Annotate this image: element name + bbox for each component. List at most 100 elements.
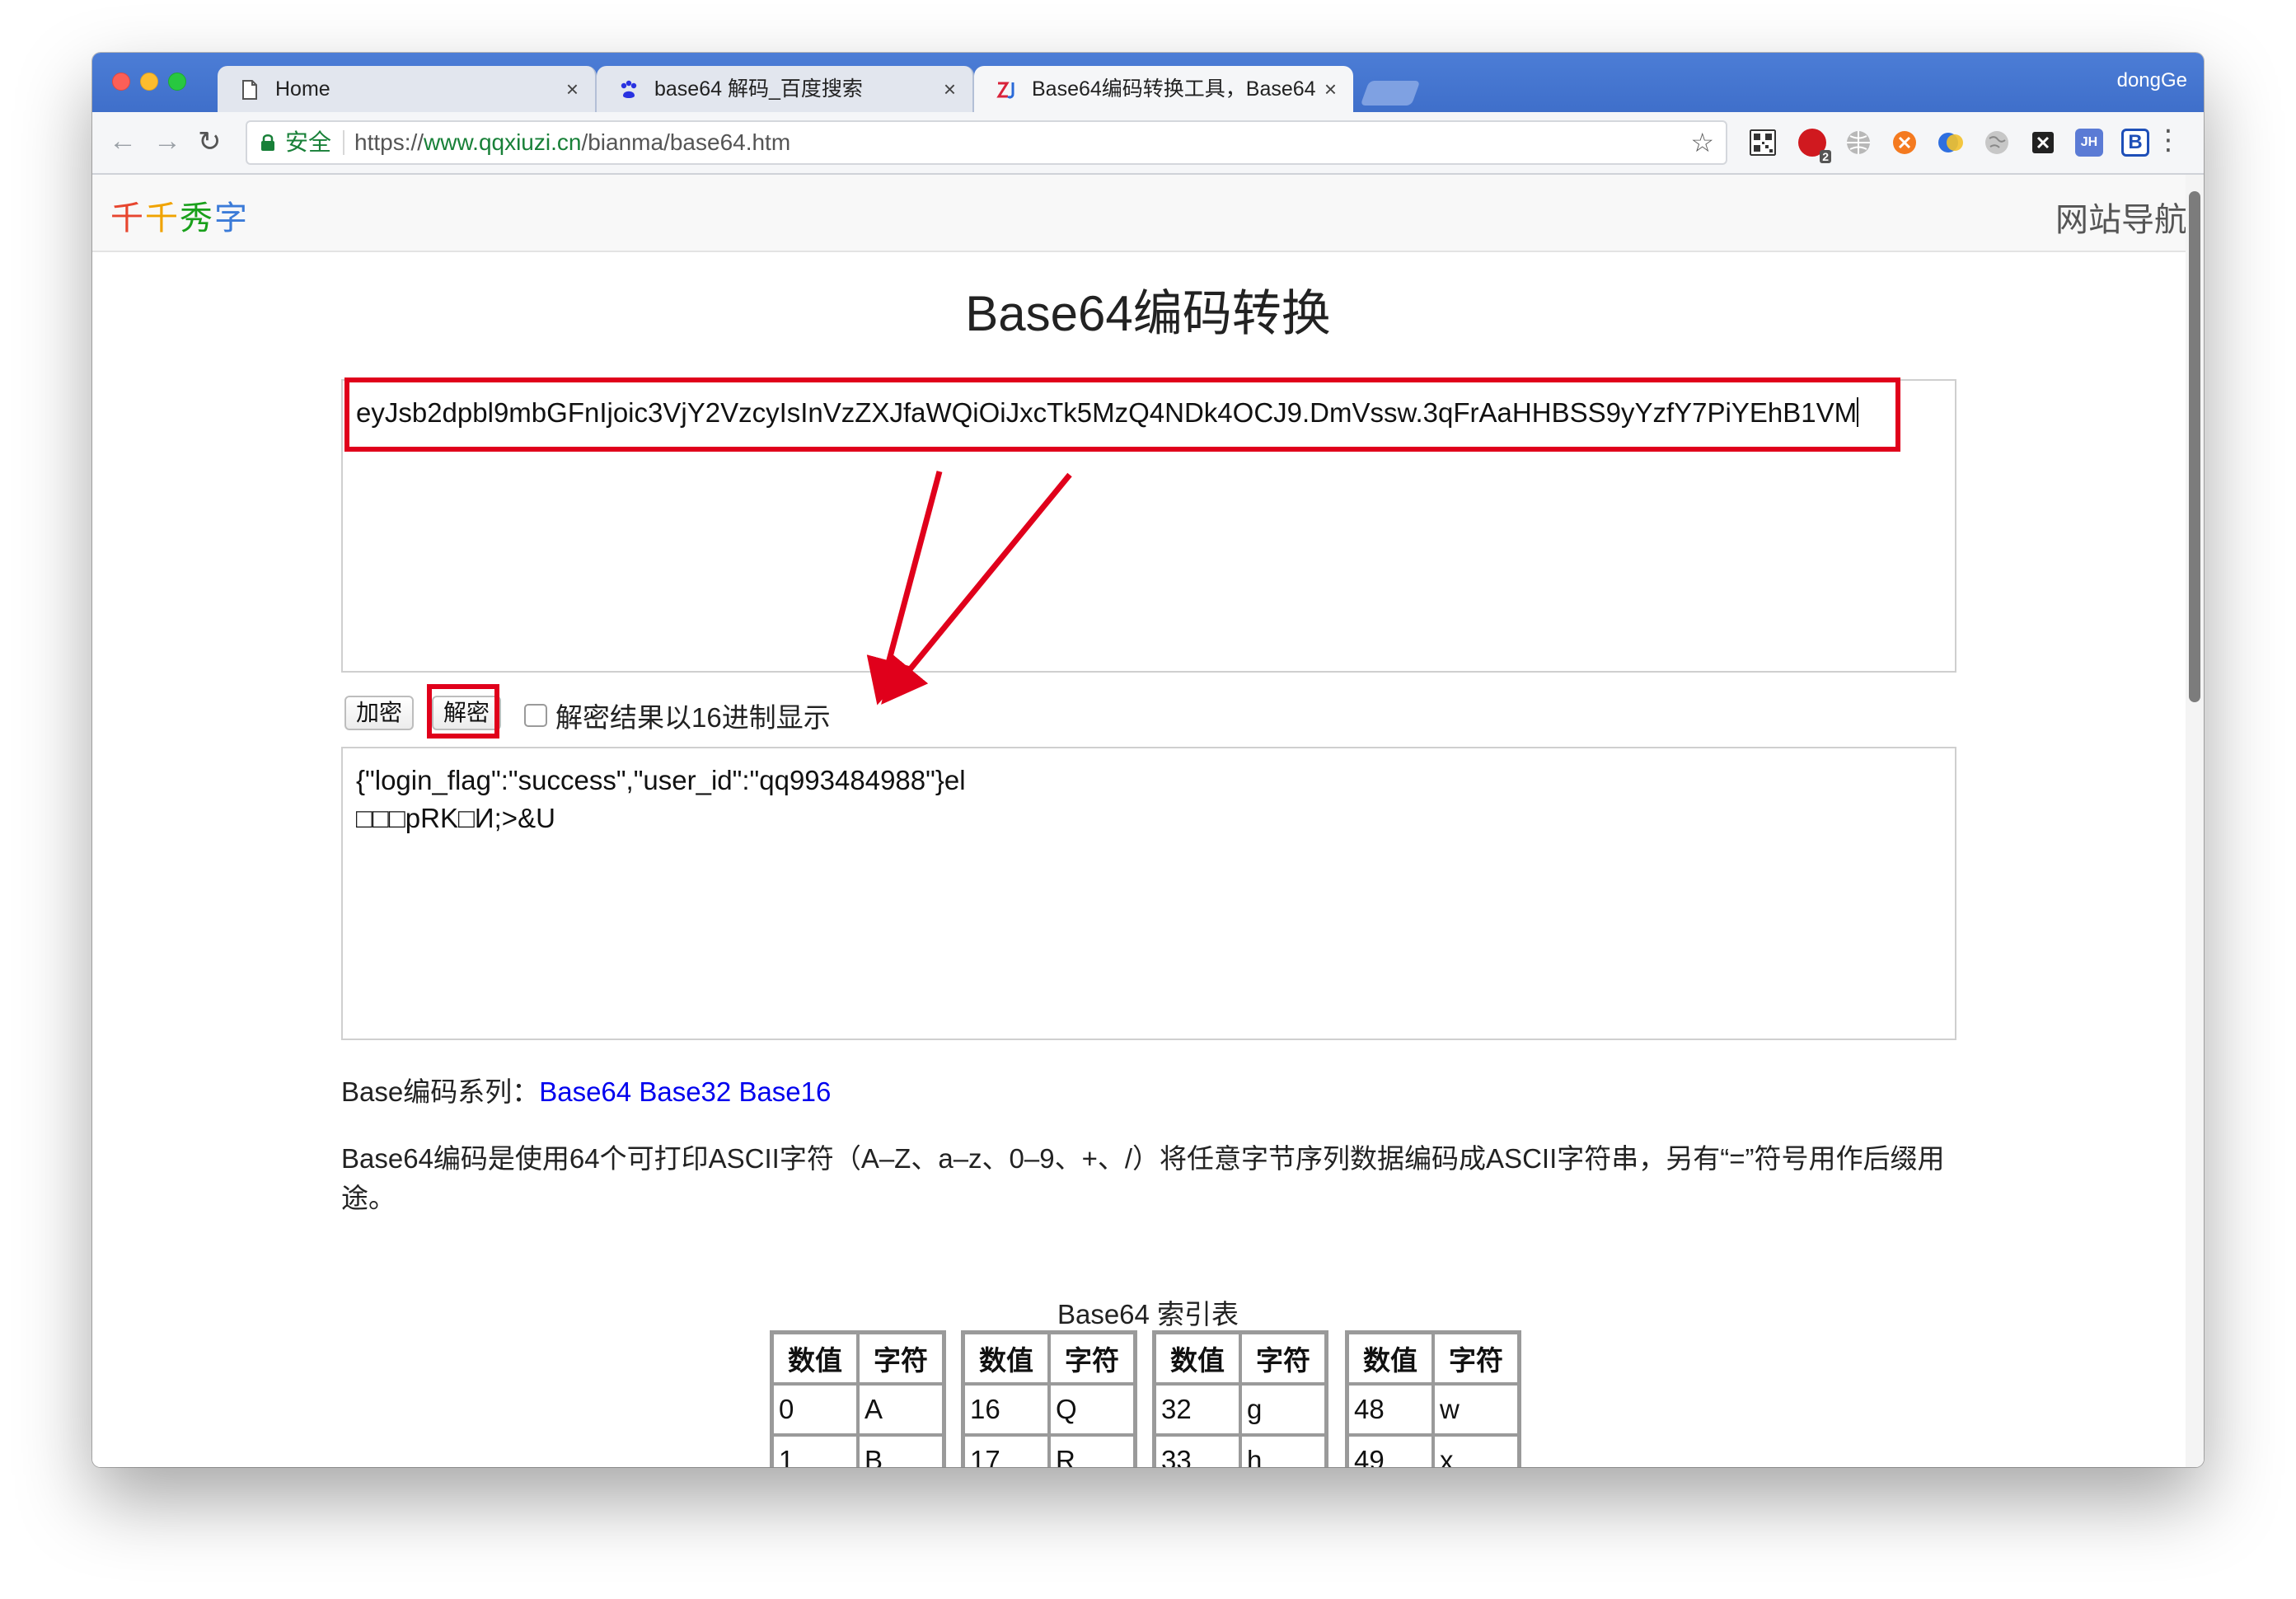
table-header-row: 数值 字符 bbox=[772, 1333, 944, 1384]
tab-baidu-search[interactable]: base64 解码_百度搜索 × bbox=[597, 66, 974, 112]
close-window-button[interactable] bbox=[112, 73, 130, 91]
table-row: 17 R bbox=[963, 1435, 1135, 1467]
index-table-group: 数值 字符 0A 1B 2C bbox=[770, 1330, 946, 1467]
orange-extension-icon[interactable] bbox=[1891, 129, 1919, 157]
back-arrow-icon[interactable]: ← bbox=[109, 125, 137, 157]
url-scheme: https:// bbox=[354, 129, 424, 155]
table-header-row: 数值 字符 bbox=[1347, 1333, 1519, 1384]
table-cell: 48 bbox=[1347, 1384, 1433, 1435]
column-header: 字符 bbox=[858, 1333, 944, 1384]
table-row: 1B bbox=[772, 1435, 944, 1467]
table-cell: 17 bbox=[963, 1435, 1049, 1467]
forward-arrow-icon[interactable]: → bbox=[153, 125, 181, 157]
table-row: 49 x bbox=[1347, 1435, 1519, 1467]
logo-char: 字 bbox=[214, 200, 249, 237]
lock-icon bbox=[261, 134, 274, 151]
output-line: □□□pRK□И;>&U bbox=[356, 803, 555, 833]
maximize-window-button[interactable] bbox=[168, 73, 186, 91]
translate-extension-icon[interactable] bbox=[1937, 129, 1965, 157]
table-cell: 16 bbox=[963, 1384, 1049, 1435]
bookmark-star-icon[interactable]: ☆ bbox=[1690, 122, 1714, 163]
table-header-row: 数值 字符 bbox=[963, 1333, 1135, 1384]
browser-menu-icon[interactable]: ⋮ bbox=[2154, 124, 2182, 157]
hex-display-label[interactable]: 解密结果以16进制显示 bbox=[555, 696, 831, 735]
index-table-group: 数值 字符 32g 33h 34i bbox=[1152, 1330, 1328, 1467]
extension-badge: 2 bbox=[1820, 150, 1831, 163]
logo-char: 千 bbox=[145, 200, 180, 237]
excel-extension-icon[interactable] bbox=[2029, 129, 2057, 157]
decrypt-highlight-box bbox=[427, 684, 499, 739]
logo-char: 秀 bbox=[180, 200, 214, 237]
table-cell: 1 bbox=[772, 1435, 858, 1467]
column-header: 数值 bbox=[772, 1333, 858, 1384]
table-cell: 49 bbox=[1347, 1435, 1433, 1467]
minimize-window-button[interactable] bbox=[140, 73, 158, 91]
table-cell: 33 bbox=[1155, 1435, 1240, 1467]
table-header-row: 数值 字符 bbox=[1155, 1333, 1326, 1384]
site-nav-link[interactable]: 网站导航 bbox=[2055, 193, 2187, 241]
table-cell: Q bbox=[1049, 1384, 1135, 1435]
column-header: 数值 bbox=[1347, 1333, 1433, 1384]
browser-toolbar: ← → ↻ 安全 https://www.qqxiuzi.cn/bianma/b… bbox=[92, 112, 2204, 175]
url-text[interactable]: https://www.qqxiuzi.cn/bianma/base64.htm bbox=[354, 122, 790, 163]
qr-code-extension-icon[interactable] bbox=[1749, 129, 1777, 157]
reload-icon[interactable]: ↻ bbox=[198, 125, 222, 158]
page-scrollbar[interactable] bbox=[2186, 175, 2204, 1467]
base64-link[interactable]: Base64 bbox=[539, 1076, 631, 1107]
url-host: www.qqxiuzi.cn bbox=[424, 129, 582, 155]
encrypt-button[interactable]: 加密 bbox=[344, 696, 415, 730]
tab-close-icon[interactable]: × bbox=[566, 66, 579, 112]
table-cell: 0 bbox=[772, 1384, 858, 1435]
tab-home[interactable]: Home × bbox=[218, 66, 597, 112]
site-header: 千千秀字 网站导航 bbox=[92, 175, 2204, 252]
column-header: 字符 bbox=[1240, 1333, 1326, 1384]
column-header: 数值 bbox=[1155, 1333, 1240, 1384]
tab-close-icon[interactable]: × bbox=[944, 66, 956, 112]
output-line: {"login_flag":"success","user_id":"qq993… bbox=[356, 765, 966, 795]
tab-title: Home bbox=[275, 77, 330, 101]
table-row: 32 g bbox=[1155, 1384, 1326, 1435]
index-table-group: 数值 字符 16Q 17R 18S bbox=[961, 1330, 1137, 1467]
input-highlight-box bbox=[344, 377, 1900, 452]
base16-link[interactable]: Base16 bbox=[738, 1076, 831, 1107]
table-cell: g bbox=[1240, 1384, 1326, 1435]
world-extension-icon[interactable] bbox=[1983, 129, 2011, 157]
column-header: 数值 bbox=[963, 1333, 1049, 1384]
tab-title: base64 解码_百度搜索 bbox=[654, 77, 863, 101]
secure-label: 安全 bbox=[285, 129, 332, 155]
table-row: 0A bbox=[772, 1384, 944, 1435]
scrollbar-thumb[interactable] bbox=[2189, 191, 2200, 702]
table-cell: B bbox=[858, 1435, 944, 1467]
profile-name[interactable]: dongGe bbox=[2117, 69, 2187, 92]
site-favicon-icon bbox=[996, 82, 1014, 99]
index-table-caption: Base64 索引表 bbox=[1057, 1299, 1239, 1329]
hex-display-checkbox[interactable] bbox=[524, 704, 547, 727]
site-logo[interactable]: 千千秀字 bbox=[110, 191, 249, 239]
table-cell: 32 bbox=[1155, 1384, 1240, 1435]
address-bar[interactable]: 安全 https://www.qqxiuzi.cn/bianma/base64.… bbox=[246, 120, 1727, 165]
table-cell: h bbox=[1240, 1435, 1326, 1467]
globe-extension-icon[interactable] bbox=[1844, 129, 1872, 157]
browser-window: Home × base64 解码_百度搜索 × Base64编码转换工具，Bas… bbox=[92, 53, 2204, 1467]
tab-close-icon[interactable]: × bbox=[1324, 66, 1337, 112]
index-table-group: 数值 字符 48w 49x 50y bbox=[1345, 1330, 1521, 1467]
new-tab-button[interactable] bbox=[1360, 81, 1421, 106]
table-cell: R bbox=[1049, 1435, 1135, 1467]
jh-extension-icon[interactable]: JH bbox=[2075, 129, 2103, 157]
page-icon bbox=[242, 80, 257, 100]
column-header: 字符 bbox=[1049, 1333, 1135, 1384]
adblock-extension-icon[interactable]: 2 bbox=[1798, 129, 1831, 163]
description-paragraph: Base64编码是使用64个可打印ASCII字符（A–Z、a–z、0–9、+、/… bbox=[341, 1143, 1945, 1213]
base-series-line: Base编码系列：Base64 Base32 Base16 bbox=[341, 1070, 831, 1109]
base32-link[interactable]: Base32 bbox=[639, 1076, 731, 1107]
divider bbox=[343, 130, 344, 155]
tab-base64-tool[interactable]: Base64编码转换工具，Base64 × bbox=[974, 66, 1353, 112]
logo-char: 千 bbox=[110, 200, 145, 237]
table-cell: x bbox=[1433, 1435, 1519, 1467]
url-path: /bianma/base64.htm bbox=[581, 129, 791, 155]
table-row: 16 Q bbox=[963, 1384, 1135, 1435]
b-extension-icon[interactable]: B bbox=[2121, 129, 2149, 157]
page-title: Base64编码转换 bbox=[965, 286, 1331, 341]
table-row: 33 h bbox=[1155, 1435, 1326, 1467]
tab-title: Base64编码转换工具，Base64 bbox=[1032, 77, 1316, 101]
